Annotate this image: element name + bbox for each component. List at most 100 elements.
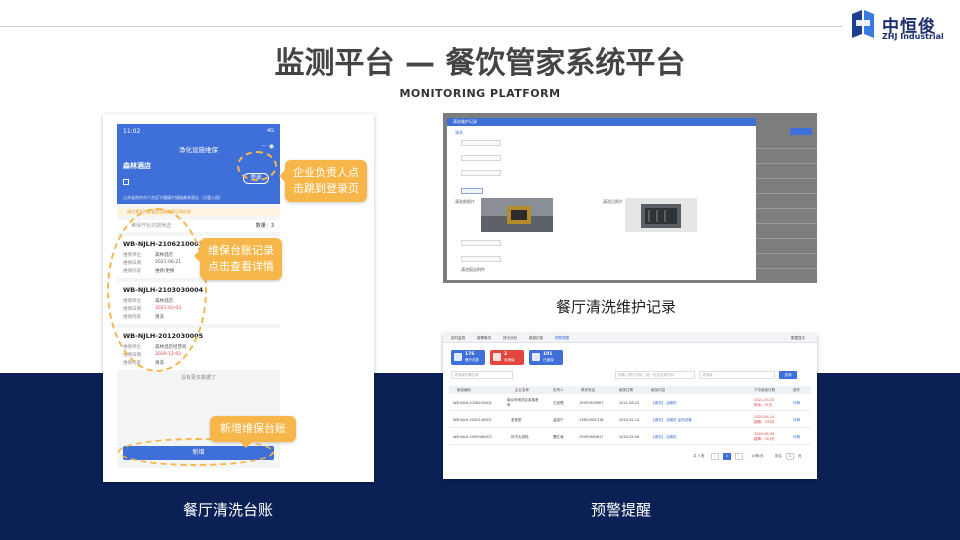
header-divider [0, 26, 842, 27]
name-search-input[interactable]: 请输入餐厅名称、统一社会信用代码 [615, 371, 695, 379]
cell-date: 2020-05-06 [619, 435, 640, 439]
record-count-label: 数量： [255, 223, 271, 229]
cell-name: 好巧大排档 [511, 435, 529, 439]
background-button [790, 128, 812, 135]
cell-date: 2020-05-14 [619, 418, 640, 422]
cell-phone: 15951909907 [579, 401, 604, 405]
tab-maintenance[interactable]: 维保记录 [529, 335, 543, 342]
background-row [756, 253, 817, 254]
column-header: 维保内容 [651, 388, 665, 392]
prev-page-icon[interactable]: ‹ [711, 453, 719, 460]
stat-number: 176 [465, 352, 475, 357]
after-photo [625, 198, 697, 232]
warning-screenshot: 实时监测 报警概况 排污分析 维保记录 预警提醒 数据显示 176 餐厅总数 2… [443, 334, 817, 479]
before-photo [481, 198, 553, 232]
add-callout: 新增维保台账 [210, 416, 296, 448]
table-header: 维保编码 企业名称 负责人 联系电话 维保日期 维保内容 下次维保日期 操作 [449, 386, 811, 394]
table-row[interactable]: WB-NJLH-2005140001 老食堂 孟晓宁 13851961318 2… [449, 412, 811, 428]
column-header: 维保编码 [457, 388, 471, 392]
phone-signal: 4G [266, 128, 274, 134]
cell-content: 【清洗】 油烟机 监测设备 [651, 418, 692, 422]
folder-icon [493, 353, 501, 361]
column-header: 维保日期 [619, 388, 633, 392]
cell-phone: 13851961318 [579, 418, 604, 422]
form-field[interactable] [461, 140, 501, 146]
cell-person: 孟晓宁 [553, 418, 564, 422]
login-highlight [237, 151, 277, 181]
records-callout: 维保台账记录 点击查看详情 [194, 238, 282, 280]
records-callout-line1: 维保台账记录 [208, 244, 274, 257]
cell-next-note: 剩余：91天 [754, 403, 773, 407]
stat-card-maintained[interactable]: 101 已维保 [529, 350, 563, 365]
background-table [756, 118, 817, 283]
cell-code: WB-NJLH-2005060007 [453, 435, 492, 439]
stat-label: 未维保 [504, 358, 515, 362]
login-callout-line2: 击跳到登录页 [293, 182, 359, 195]
status-select[interactable]: 请选择 [699, 371, 775, 379]
cell-next-note: 超期：343天 [754, 420, 775, 424]
column-header: 负责人 [553, 388, 564, 392]
goto-unit: 页 [798, 454, 802, 458]
caption-warning: 预警提醒 [591, 501, 652, 519]
before-photo-label: 清洗前照片 [455, 199, 475, 204]
record-count: 数量：3 [256, 220, 274, 232]
background-row [756, 148, 817, 149]
background-row [756, 163, 817, 164]
cell-content: 【清洗】 油烟机 [651, 435, 677, 439]
cell-content: 【清洗】 油烟机 [651, 401, 677, 405]
background-row [756, 208, 817, 209]
tab-warning[interactable]: 预警提醒 [555, 335, 569, 342]
region-select[interactable]: 请选择所属区域 [451, 371, 513, 379]
cell-next-note: 超期：351天 [754, 437, 775, 441]
tab-discharge[interactable]: 排污分析 [503, 335, 517, 342]
column-header: 联系电话 [581, 388, 595, 392]
background-row [756, 223, 817, 224]
form-field[interactable] [461, 256, 501, 262]
hotel-image-icon [123, 179, 129, 185]
form-field[interactable] [461, 155, 501, 161]
page-size-select[interactable]: 10条/页 [751, 454, 764, 459]
file-label: 清洗报告附件 [461, 267, 485, 272]
page-button[interactable]: 1 [723, 453, 731, 460]
login-callout: 企业负责人点 击跳到登录页 [279, 160, 367, 202]
cell-name: 南京市雨花区某某食府 [507, 398, 539, 407]
folder-icon [532, 353, 540, 361]
page-subtitle: MONITORING PLATFORM [399, 87, 561, 100]
folder-icon [454, 353, 462, 361]
detail-link[interactable]: 详情 [793, 435, 800, 440]
after-photo-label: 清洗后照片 [603, 199, 623, 204]
goto-input[interactable]: 1 [786, 453, 794, 460]
dialog-title: 清洗维护记录 [447, 118, 756, 126]
background-row [756, 178, 817, 179]
phone-time: 11:02 [123, 128, 141, 135]
table-row[interactable]: WB-NJLH-2005060007 好巧大排档 曹红涛 15951960617… [449, 429, 811, 445]
maintenance-screenshot: 清洗维护记录 清洗 清洗前照片 清洗后照片 清洗报告附件 [443, 113, 817, 283]
cell-code: WB-NJLH-2005140001 [453, 418, 492, 422]
goto-label: 前往 [775, 454, 782, 458]
form-field[interactable] [461, 240, 501, 246]
stat-card-total[interactable]: 176 餐厅总数 [451, 350, 485, 365]
tab-alarm[interactable]: 报警概况 [477, 335, 491, 342]
cell-person: 曹红涛 [553, 435, 564, 439]
records-callout-line2: 点击查看详情 [208, 260, 274, 273]
stat-number: 2 [504, 352, 508, 357]
stat-label: 餐厅总数 [465, 358, 479, 362]
stat-card-unmaintained[interactable]: 2 未维保 [490, 350, 524, 365]
upload-button[interactable] [461, 188, 483, 194]
dialog-section: 清洗 [455, 130, 463, 135]
detail-link[interactable]: 详情 [793, 401, 800, 406]
record-count-value: 3 [270, 223, 274, 229]
column-header: 下次维保日期 [754, 388, 775, 392]
cell-date: 2021-06-22 [619, 401, 640, 405]
next-page-icon[interactable]: › [735, 453, 743, 460]
tab-monitor[interactable]: 实时监测 [451, 335, 465, 342]
form-field[interactable] [461, 170, 501, 176]
search-button[interactable]: 查询 [779, 371, 797, 379]
cell-person: 王经理 [553, 401, 564, 405]
tab-data-display[interactable]: 数据显示 [791, 335, 805, 342]
records-highlight [107, 208, 207, 372]
detail-link[interactable]: 详情 [793, 418, 800, 423]
table-row[interactable]: WB-NJLH-2106220001 南京市雨花区某某食府 王经理 159519… [449, 395, 811, 411]
stat-label: 已维保 [543, 358, 554, 362]
more-icon[interactable]: ··· ◉ [261, 143, 274, 150]
